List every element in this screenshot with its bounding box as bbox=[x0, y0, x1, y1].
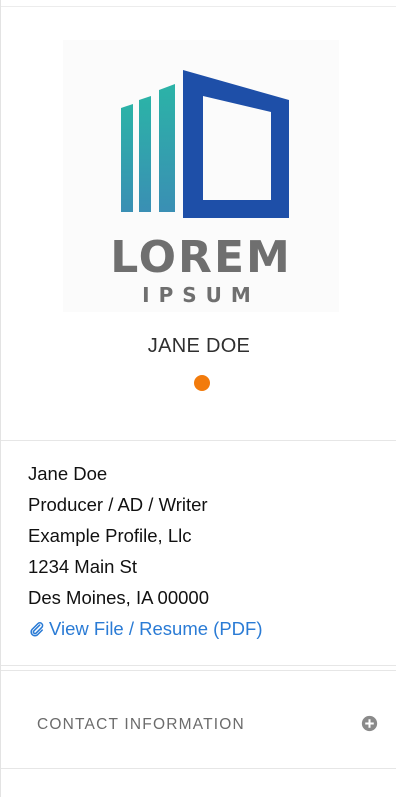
detail-title: Producer / AD / Writer bbox=[28, 494, 208, 515]
divider bbox=[1, 665, 396, 666]
logo-word-ipsum: IPSUM bbox=[142, 283, 260, 307]
resume-link-label: View File / Resume (PDF) bbox=[49, 618, 263, 639]
status-indicator bbox=[194, 375, 210, 391]
company-logo: LOREM IPSUM bbox=[63, 40, 339, 312]
divider bbox=[1, 440, 396, 441]
profile-details: Jane Doe Producer / AD / Writer Example … bbox=[28, 458, 388, 647]
detail-name: Jane Doe bbox=[28, 463, 108, 484]
detail-company: Example Profile, Llc bbox=[28, 525, 192, 546]
top-border bbox=[1, 6, 396, 7]
contact-information-section[interactable]: CONTACT INFORMATION bbox=[1, 700, 396, 750]
building-logo-icon: LOREM IPSUM bbox=[110, 70, 292, 307]
detail-address-line1: 1234 Main St bbox=[28, 556, 138, 577]
divider bbox=[1, 670, 396, 671]
profile-card: LOREM IPSUM JANE DOE Jane Doe Producer /… bbox=[0, 0, 396, 797]
paperclip-icon bbox=[30, 621, 44, 636]
profile-display-name: JANE DOE bbox=[147, 335, 251, 357]
logo-word-lorem: LOREM bbox=[110, 232, 292, 283]
detail-address-line2: Des Moines, IA 00000 bbox=[28, 587, 209, 608]
divider bbox=[1, 768, 396, 769]
contact-information-title: CONTACT INFORMATION bbox=[37, 716, 245, 733]
resume-link[interactable]: View File / Resume (PDF) bbox=[28, 613, 262, 644]
plus-circle-icon[interactable] bbox=[361, 715, 378, 732]
